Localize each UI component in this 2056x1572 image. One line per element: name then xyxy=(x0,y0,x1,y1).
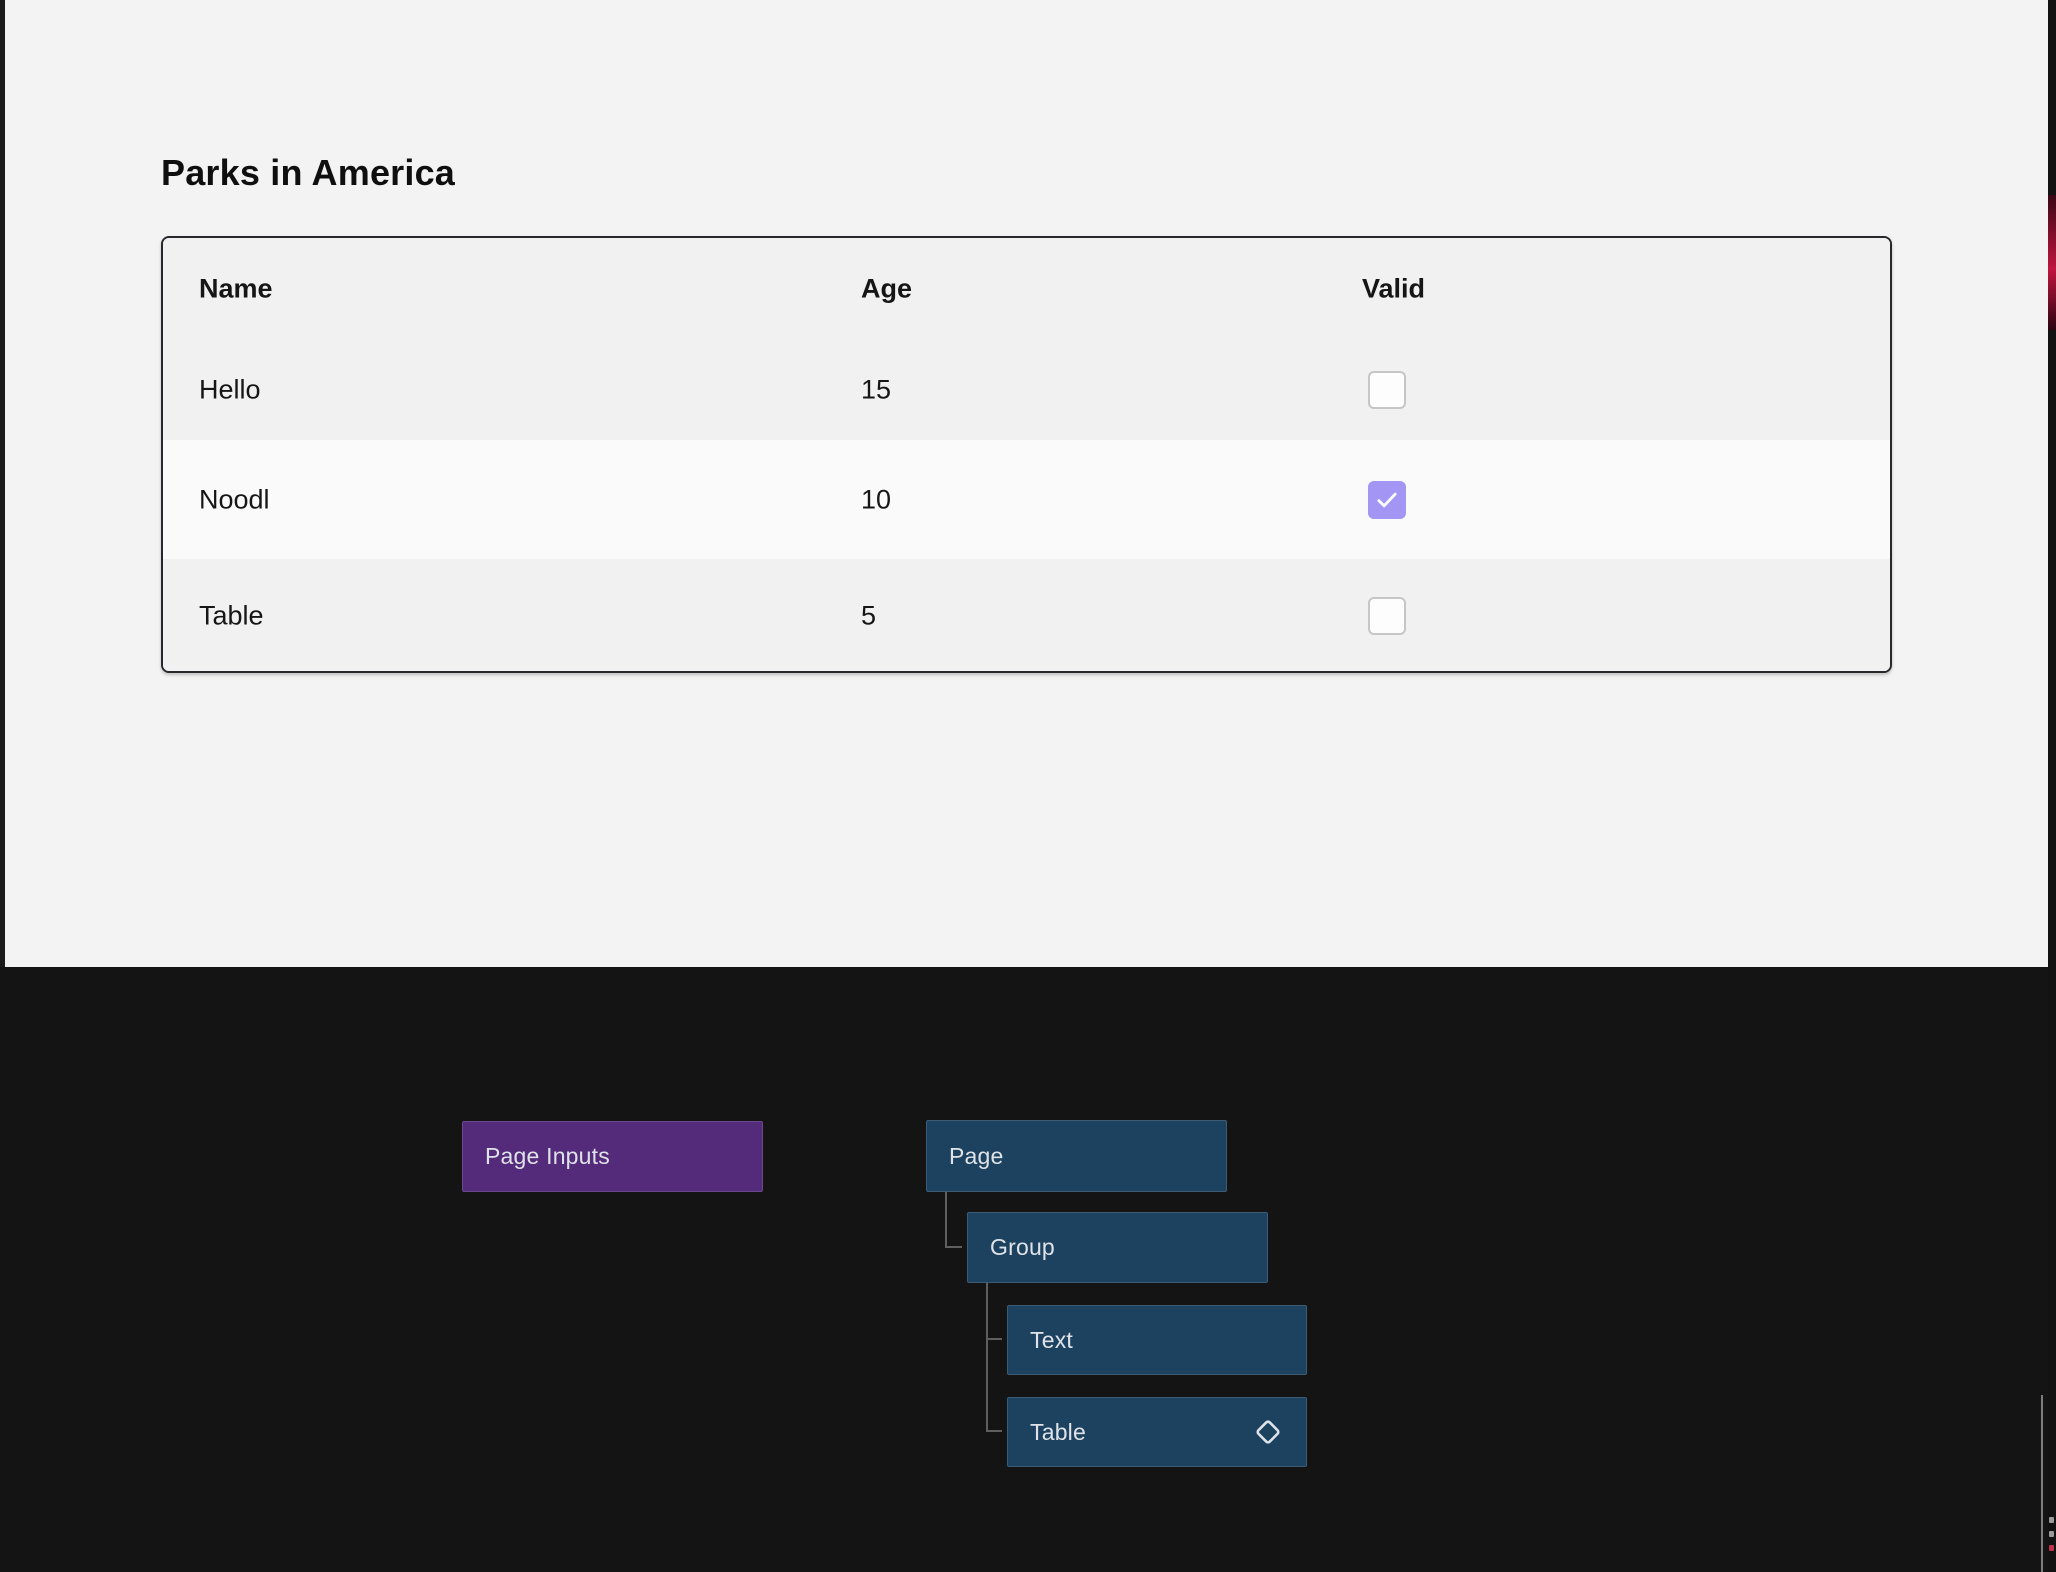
valid-checkbox[interactable] xyxy=(1368,481,1406,519)
node-page[interactable]: Page xyxy=(926,1120,1227,1192)
node-label: Text xyxy=(1030,1327,1073,1354)
column-header-age: Age xyxy=(861,273,912,304)
right-panel-divider xyxy=(2041,1395,2043,1572)
right-panel-sliver xyxy=(2048,0,2056,1572)
node-label: Group xyxy=(990,1234,1055,1261)
right-panel-glyph xyxy=(2049,1517,2054,1523)
check-icon xyxy=(1373,486,1401,514)
node-page-inputs[interactable]: Page Inputs xyxy=(462,1121,763,1192)
node-label: Page Inputs xyxy=(485,1143,610,1170)
cell-name: Table xyxy=(199,601,264,632)
cell-name: Hello xyxy=(199,374,261,405)
node-label: Page xyxy=(949,1143,1004,1170)
table-header-row: Name Age Valid xyxy=(163,238,1890,339)
cell-age: 15 xyxy=(861,374,891,405)
right-panel-glyph xyxy=(2049,1531,2054,1537)
node-table[interactable]: Table xyxy=(1007,1397,1307,1467)
table-row: Noodl 10 xyxy=(163,440,1890,559)
table-row: Hello 15 xyxy=(163,339,1890,440)
page-title: Parks in America xyxy=(161,152,455,194)
column-header-valid: Valid xyxy=(1362,273,1425,304)
cell-age: 5 xyxy=(861,601,876,632)
connector-group-children-vertical xyxy=(986,1283,988,1432)
cell-name: Noodl xyxy=(199,484,270,515)
node-text[interactable]: Text xyxy=(1007,1305,1307,1375)
connector-page-group-vertical xyxy=(945,1192,947,1248)
table-row: Table 5 xyxy=(163,559,1890,673)
window-left-edge xyxy=(0,0,5,967)
node-label: Table xyxy=(1030,1419,1086,1446)
column-header-name: Name xyxy=(199,273,273,304)
right-panel-red-highlight xyxy=(2048,195,2056,330)
valid-checkbox[interactable] xyxy=(1368,371,1406,409)
valid-checkbox[interactable] xyxy=(1368,597,1406,635)
cell-age: 10 xyxy=(861,484,891,515)
node-graph-canvas[interactable]: Page Inputs Page Group Text Table xyxy=(0,967,2056,1572)
node-group[interactable]: Group xyxy=(967,1212,1268,1283)
parks-table: Name Age Valid Hello 15 Noodl 10 Table 5 xyxy=(161,236,1892,673)
connector-group-table-horizontal xyxy=(986,1430,1002,1432)
table-body: Hello 15 Noodl 10 Table 5 xyxy=(163,339,1890,673)
right-panel-red-dot xyxy=(2049,1545,2054,1551)
diamond-icon xyxy=(1250,1414,1286,1450)
connector-page-group-horizontal xyxy=(945,1246,962,1248)
connector-group-text-horizontal xyxy=(986,1338,1002,1340)
preview-pane: Parks in America Name Age Valid Hello15N… xyxy=(0,0,2056,967)
